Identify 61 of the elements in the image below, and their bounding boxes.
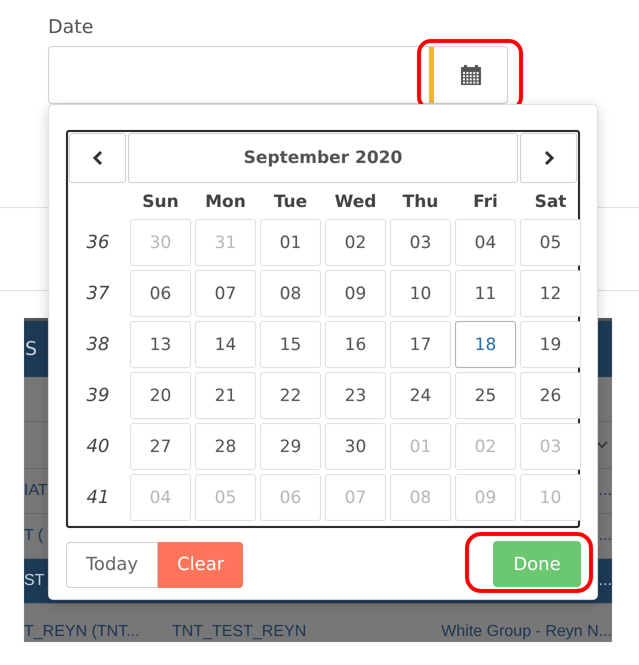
day-cell[interactable]: 17 bbox=[390, 321, 451, 368]
table-cell: ... bbox=[598, 572, 612, 590]
weekday-label: Tue bbox=[272, 191, 308, 214]
table-cell: T_REYN (TNT... bbox=[24, 623, 140, 641]
weekday-label: Mon bbox=[204, 191, 247, 214]
weekday-label: Fri bbox=[472, 191, 499, 214]
day-cell[interactable]: 27 bbox=[130, 423, 191, 470]
table-cell: IAT bbox=[24, 482, 48, 500]
weekday-label: Sun bbox=[141, 191, 180, 214]
next-month-button[interactable] bbox=[520, 133, 577, 183]
day-cell[interactable]: 25 bbox=[455, 372, 516, 419]
month-title-button[interactable]: September 2020 bbox=[128, 133, 518, 183]
day-cell[interactable]: 02 bbox=[325, 219, 386, 266]
today-button[interactable]: Today bbox=[66, 542, 158, 588]
day-cell[interactable]: 29 bbox=[260, 423, 321, 470]
week-number: 37 bbox=[86, 282, 110, 306]
day-cell[interactable]: 13 bbox=[130, 321, 191, 368]
day-cell[interactable]: 28 bbox=[195, 423, 256, 470]
day-cell[interactable]: 03 bbox=[390, 219, 451, 266]
weekday-label: Wed bbox=[334, 191, 378, 214]
weekday-label: Thu bbox=[402, 191, 440, 214]
table-cell: ST bbox=[24, 572, 44, 590]
week-number: 40 bbox=[86, 435, 110, 459]
day-cell[interactable]: 07 bbox=[195, 270, 256, 317]
chevron-down-icon bbox=[596, 441, 608, 449]
day-cell[interactable]: 08 bbox=[260, 270, 321, 317]
day-cell[interactable]: 01 bbox=[260, 219, 321, 266]
table-cell: TNT_TEST_REYN bbox=[172, 623, 306, 641]
day-cell[interactable]: 20 bbox=[130, 372, 191, 419]
chevron-right-icon bbox=[542, 150, 554, 166]
table-cell: ... bbox=[598, 527, 612, 545]
day-cell[interactable]: 15 bbox=[260, 321, 321, 368]
table-cell: ... bbox=[598, 482, 612, 500]
day-cell[interactable]: 30 bbox=[325, 423, 386, 470]
day-cell[interactable]: 23 bbox=[325, 372, 386, 419]
weekday-label: Sat bbox=[534, 191, 568, 214]
table-cell: White Group - Reyn N... bbox=[441, 623, 612, 641]
day-cell[interactable]: 18 bbox=[455, 321, 516, 368]
day-cell[interactable]: 26 bbox=[520, 372, 581, 419]
day-cell[interactable]: 24 bbox=[390, 372, 451, 419]
week-number: 41 bbox=[86, 486, 110, 510]
day-cell[interactable]: 19 bbox=[520, 321, 581, 368]
field-label: Date bbox=[48, 15, 94, 40]
day-cell[interactable]: 16 bbox=[325, 321, 386, 368]
day-cell[interactable]: 05 bbox=[520, 219, 581, 266]
week-number: 39 bbox=[86, 384, 110, 408]
day-cell[interactable]: 12 bbox=[520, 270, 581, 317]
day-cell[interactable]: 09 bbox=[325, 270, 386, 317]
day-cell[interactable]: 14 bbox=[195, 321, 256, 368]
table-cell: T ( bbox=[24, 527, 44, 545]
day-cell[interactable]: 10 bbox=[390, 270, 451, 317]
week-number: 38 bbox=[86, 333, 110, 357]
column-header: S bbox=[24, 338, 38, 360]
day-cell[interactable]: 22 bbox=[260, 372, 321, 419]
previous-month-button[interactable] bbox=[69, 133, 126, 183]
day-cell[interactable]: 21 bbox=[195, 372, 256, 419]
day-cell[interactable]: 04 bbox=[455, 219, 516, 266]
day-cell[interactable]: 11 bbox=[455, 270, 516, 317]
day-cell[interactable]: 06 bbox=[130, 270, 191, 317]
week-number: 36 bbox=[86, 231, 110, 255]
chevron-left-icon bbox=[92, 150, 104, 166]
